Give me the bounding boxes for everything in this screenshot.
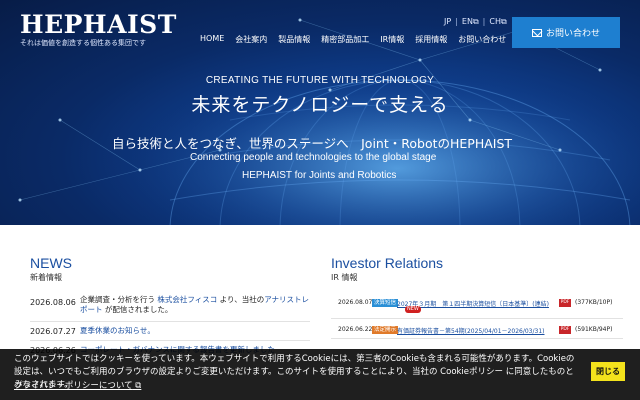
news-text-part: より、当社の: [219, 295, 265, 304]
ir-subtitle: IR 情報: [331, 273, 358, 282]
main-nav: HOME 会社案内 製品情報 精密部品加工 IR情報 採用情報 お問い合わせ: [200, 34, 517, 45]
news-text: 企業調査・分析を行う 株式会社フィスコ より、当社のアナリストレポート が配信さ…: [80, 295, 312, 315]
logo-tagline: それは価値を創造する個性ある集団です: [20, 39, 146, 47]
news-subtitle: 新着情報: [30, 273, 62, 282]
cookie-close-button[interactable]: 閉じる: [591, 362, 625, 381]
external-link-icon: ⧉: [500, 17, 507, 26]
news-text: 夏季休業のお知らせ。: [80, 326, 155, 335]
pdf-icon[interactable]: PDF: [559, 326, 571, 334]
nav-precision-parts[interactable]: 精密部品加工: [321, 34, 369, 45]
ir-item[interactable]: 2026.06.22 法定開示 有価証券報告書－第54期(2025/04/01－…: [331, 319, 623, 339]
hero-tagline: CREATING THE FUTURE WITH TECHNOLOGY: [205, 75, 435, 86]
nav-contact[interactable]: お問い合わせ: [458, 34, 506, 45]
lang-ch[interactable]: CH⧉: [489, 17, 506, 27]
ir-date: 2026.06.22: [338, 326, 373, 333]
news-date: 2026.07.27: [30, 327, 76, 336]
hero-title: 未来をテクノロジーで支える: [191, 94, 449, 116]
hero-message-en: Connecting people and technologies to th…: [190, 152, 437, 163]
nav-ir[interactable]: IR情報: [380, 34, 404, 45]
ir-category-badge: 決算短信: [372, 299, 399, 307]
nav-products[interactable]: 製品情報: [278, 34, 310, 45]
news-text-part: が配信されました。: [104, 305, 173, 314]
news-text-part: 企業調査・分析を行う: [80, 295, 155, 304]
ir-category-badge: 法定開示: [372, 326, 399, 334]
pdf-icon[interactable]: PDF: [559, 299, 571, 307]
hero-message-jp: 自ら技術と人をつなぎ、世界のステージへ Joint・RobotのHEPHAIST: [112, 136, 513, 151]
nav-home[interactable]: HOME: [200, 34, 224, 45]
lang-en-label: EN: [461, 17, 473, 26]
ir-file-size: (591KB/94P): [575, 326, 613, 333]
lang-separator: |: [455, 17, 458, 26]
contact-button-label: お問い合わせ: [545, 29, 600, 39]
news-section: NEWS 新着情報 2026.08.06 企業調査・分析を行う 株式会社フィスコ…: [30, 255, 315, 355]
lang-en[interactable]: EN⧉: [462, 17, 479, 27]
ir-document-link[interactable]: 有価証券報告書－第54期(2025/04/01－2026/03/31): [397, 326, 544, 335]
ir-title: Investor Relations: [331, 255, 444, 271]
news-title: NEWS: [30, 255, 72, 271]
external-link-icon: ⧉: [132, 381, 142, 391]
ir-file-size: (377KB/10P): [575, 299, 613, 306]
lang-separator: |: [482, 17, 486, 26]
cookie-banner: このウェブサイトではクッキーを使っています。本ウェブサイトで利用するCookie…: [0, 349, 640, 400]
external-link-icon: ⧉: [472, 17, 479, 26]
ir-section: Investor Relations IR 情報 2026.08.07 決算短信…: [331, 255, 623, 339]
nav-recruit[interactable]: 採用情報: [415, 34, 447, 45]
hero-banner: HEPHAIST それは価値を創造する個性ある集団です JP | EN⧉ | C…: [0, 0, 640, 225]
lang-ch-label: CH: [489, 17, 501, 26]
ir-item[interactable]: 2026.08.07 決算短信 2027年３月期 第１四半期決算短信〔日本基準〕…: [331, 295, 623, 319]
logo-text: HEPHAIST: [20, 10, 177, 39]
company-logo[interactable]: HEPHAIST それは価値を創造する個性ある集団です: [20, 12, 177, 48]
news-item[interactable]: 2026.07.27 夏季休業のお知らせ。: [30, 322, 310, 341]
ir-date: 2026.08.07: [338, 299, 373, 306]
privacy-policy-label: プライバシーポリシーについて: [14, 381, 133, 391]
nav-company[interactable]: 会社案内: [235, 34, 267, 45]
news-date: 2026.08.06: [30, 298, 76, 307]
mail-icon: [531, 28, 542, 37]
lang-jp[interactable]: JP: [444, 17, 451, 27]
language-switcher: JP | EN⧉ | CH⧉: [444, 17, 507, 27]
contact-button[interactable]: お問い合わせ: [512, 17, 620, 48]
privacy-policy-link[interactable]: プライバシーポリシーについて ⧉: [14, 379, 141, 391]
news-link-fisco[interactable]: 株式会社フィスコ: [157, 295, 217, 304]
new-badge: NEW: [405, 306, 421, 313]
news-item[interactable]: 2026.08.06 企業調査・分析を行う 株式会社フィスコ より、当社のアナリ…: [30, 295, 310, 322]
hero-message-brand: HEPHAIST for Joints and Robotics: [242, 170, 397, 181]
